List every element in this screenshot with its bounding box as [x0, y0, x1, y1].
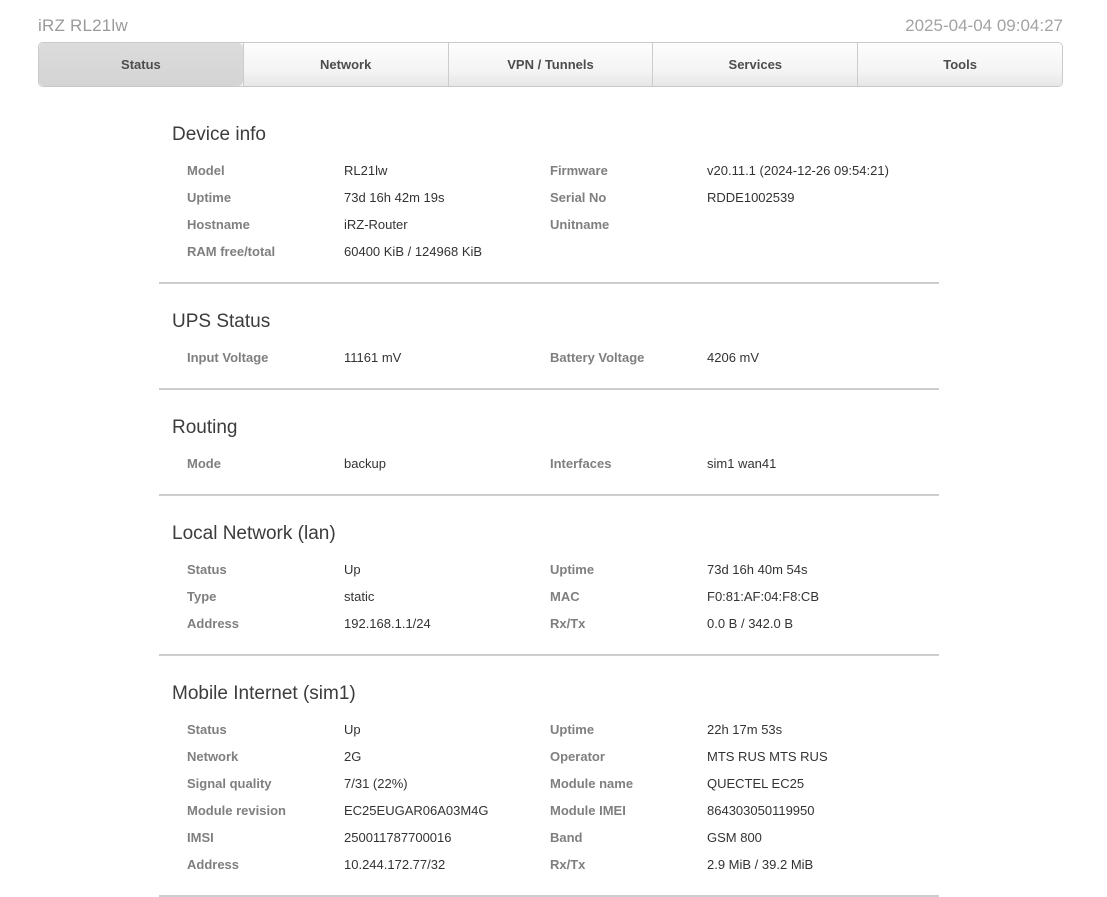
field-value: 250011787700016: [344, 824, 550, 851]
field-value: 4206 mV: [707, 344, 939, 371]
field-value: F0:81:AF:04:F8:CB: [707, 583, 939, 610]
field-label: Address: [187, 610, 344, 637]
field-label: Module name: [550, 770, 707, 797]
field-value: MTS RUS MTS RUS: [707, 743, 939, 770]
section-title: Mobile Internet (sim1): [172, 683, 939, 705]
field-label-empty: [550, 238, 707, 265]
field-label: Rx/Tx: [550, 610, 707, 637]
field-value: GSM 800: [707, 824, 939, 851]
field-label: Interfaces: [550, 450, 707, 477]
field-label: Type: [187, 583, 344, 610]
tab-network[interactable]: Network: [243, 43, 448, 86]
field-value: static: [344, 583, 550, 610]
field-label: Serial No: [550, 184, 707, 211]
section-title: Device info: [172, 124, 939, 146]
section-title: Routing: [172, 417, 939, 439]
field-label: MAC: [550, 583, 707, 610]
system-clock: 2025-04-04 09:04:27: [905, 16, 1063, 36]
field-value: Up: [344, 716, 550, 743]
field-label: RAM free/total: [187, 238, 344, 265]
field-label: Module IMEI: [550, 797, 707, 824]
field-value: 7/31 (22%): [344, 770, 550, 797]
page-header: iRZ RL21lw 2025-04-04 09:04:27: [38, 0, 1063, 42]
field-label: Unitname: [550, 211, 707, 238]
field-value: backup: [344, 450, 550, 477]
field-value: 0.0 B / 342.0 B: [707, 610, 939, 637]
field-label: Address: [187, 851, 344, 878]
section-title: Local Network (lan): [172, 523, 939, 545]
field-label: Status: [187, 716, 344, 743]
field-value: iRZ-Router: [344, 211, 550, 238]
field-label: Operator: [550, 743, 707, 770]
field-label: Input Voltage: [187, 344, 344, 371]
section-mobile-internet-sim1: Mobile Internet (sim1) StatusUpUptime22h …: [159, 656, 939, 897]
key-value-grid: StatusUpUptime22h 17m 53s Network2GOperat…: [187, 716, 939, 878]
tab-vpn-tunnels[interactable]: VPN / Tunnels: [448, 43, 653, 86]
field-value: 73d 16h 42m 19s: [344, 184, 550, 211]
field-label: Model: [187, 157, 344, 184]
tab-tools[interactable]: Tools: [857, 43, 1062, 86]
field-label: IMSI: [187, 824, 344, 851]
field-value: Up: [344, 556, 550, 583]
router-admin-page: iRZ RL21lw 2025-04-04 09:04:27 StatusNet…: [0, 0, 1107, 897]
device-title: iRZ RL21lw: [38, 16, 128, 36]
section-routing: Routing ModebackupInterfacessim1 wan41: [159, 390, 939, 496]
status-page-content: Device info ModelRL21lwFirmwarev20.11.1 (…: [159, 97, 939, 897]
field-value: v20.11.1 (2024-12-26 09:54:21): [707, 157, 939, 184]
tab-bar: StatusNetworkVPN / TunnelsServicesTools: [38, 42, 1063, 87]
field-value: [707, 211, 939, 238]
field-label: Uptime: [187, 184, 344, 211]
tab-services[interactable]: Services: [652, 43, 857, 86]
field-label: Hostname: [187, 211, 344, 238]
field-label: Uptime: [550, 716, 707, 743]
field-label: Mode: [187, 450, 344, 477]
field-label: Firmware: [550, 157, 707, 184]
key-value-grid: ModebackupInterfacessim1 wan41: [187, 450, 939, 477]
field-value: 864303050119950: [707, 797, 939, 824]
field-label: Uptime: [550, 556, 707, 583]
section-title: UPS Status: [172, 311, 939, 333]
field-label: Band: [550, 824, 707, 851]
field-label: Network: [187, 743, 344, 770]
field-value: 60400 KiB / 124968 KiB: [344, 238, 550, 265]
field-label: Status: [187, 556, 344, 583]
field-value: RDDE1002539: [707, 184, 939, 211]
field-value: 11161 mV: [344, 344, 550, 371]
field-value: 73d 16h 40m 54s: [707, 556, 939, 583]
field-value-empty: [707, 238, 939, 265]
key-value-grid: StatusUpUptime73d 16h 40m 54s TypestaticM…: [187, 556, 939, 637]
field-value: 22h 17m 53s: [707, 716, 939, 743]
field-label: Module revision: [187, 797, 344, 824]
field-value: sim1 wan41: [707, 450, 939, 477]
field-value: QUECTEL EC25: [707, 770, 939, 797]
field-label: Battery Voltage: [550, 344, 707, 371]
field-value: 192.168.1.1/24: [344, 610, 550, 637]
section-local-network-lan: Local Network (lan) StatusUpUptime73d 16h…: [159, 496, 939, 656]
tab-status[interactable]: Status: [39, 43, 243, 86]
field-value: 2.9 MiB / 39.2 MiB: [707, 851, 939, 878]
section-device-info: Device info ModelRL21lwFirmwarev20.11.1 (…: [159, 97, 939, 284]
field-value: RL21lw: [344, 157, 550, 184]
field-label: Rx/Tx: [550, 851, 707, 878]
field-label: Signal quality: [187, 770, 344, 797]
key-value-grid: Input Voltage11161 mVBattery Voltage4206…: [187, 344, 939, 371]
section-ups-status: UPS Status Input Voltage11161 mVBattery V…: [159, 284, 939, 390]
field-value: EC25EUGAR06A03M4G: [344, 797, 550, 824]
field-value: 10.244.172.77/32: [344, 851, 550, 878]
field-value: 2G: [344, 743, 550, 770]
key-value-grid: ModelRL21lwFirmwarev20.11.1 (2024-12-26 …: [187, 157, 939, 265]
